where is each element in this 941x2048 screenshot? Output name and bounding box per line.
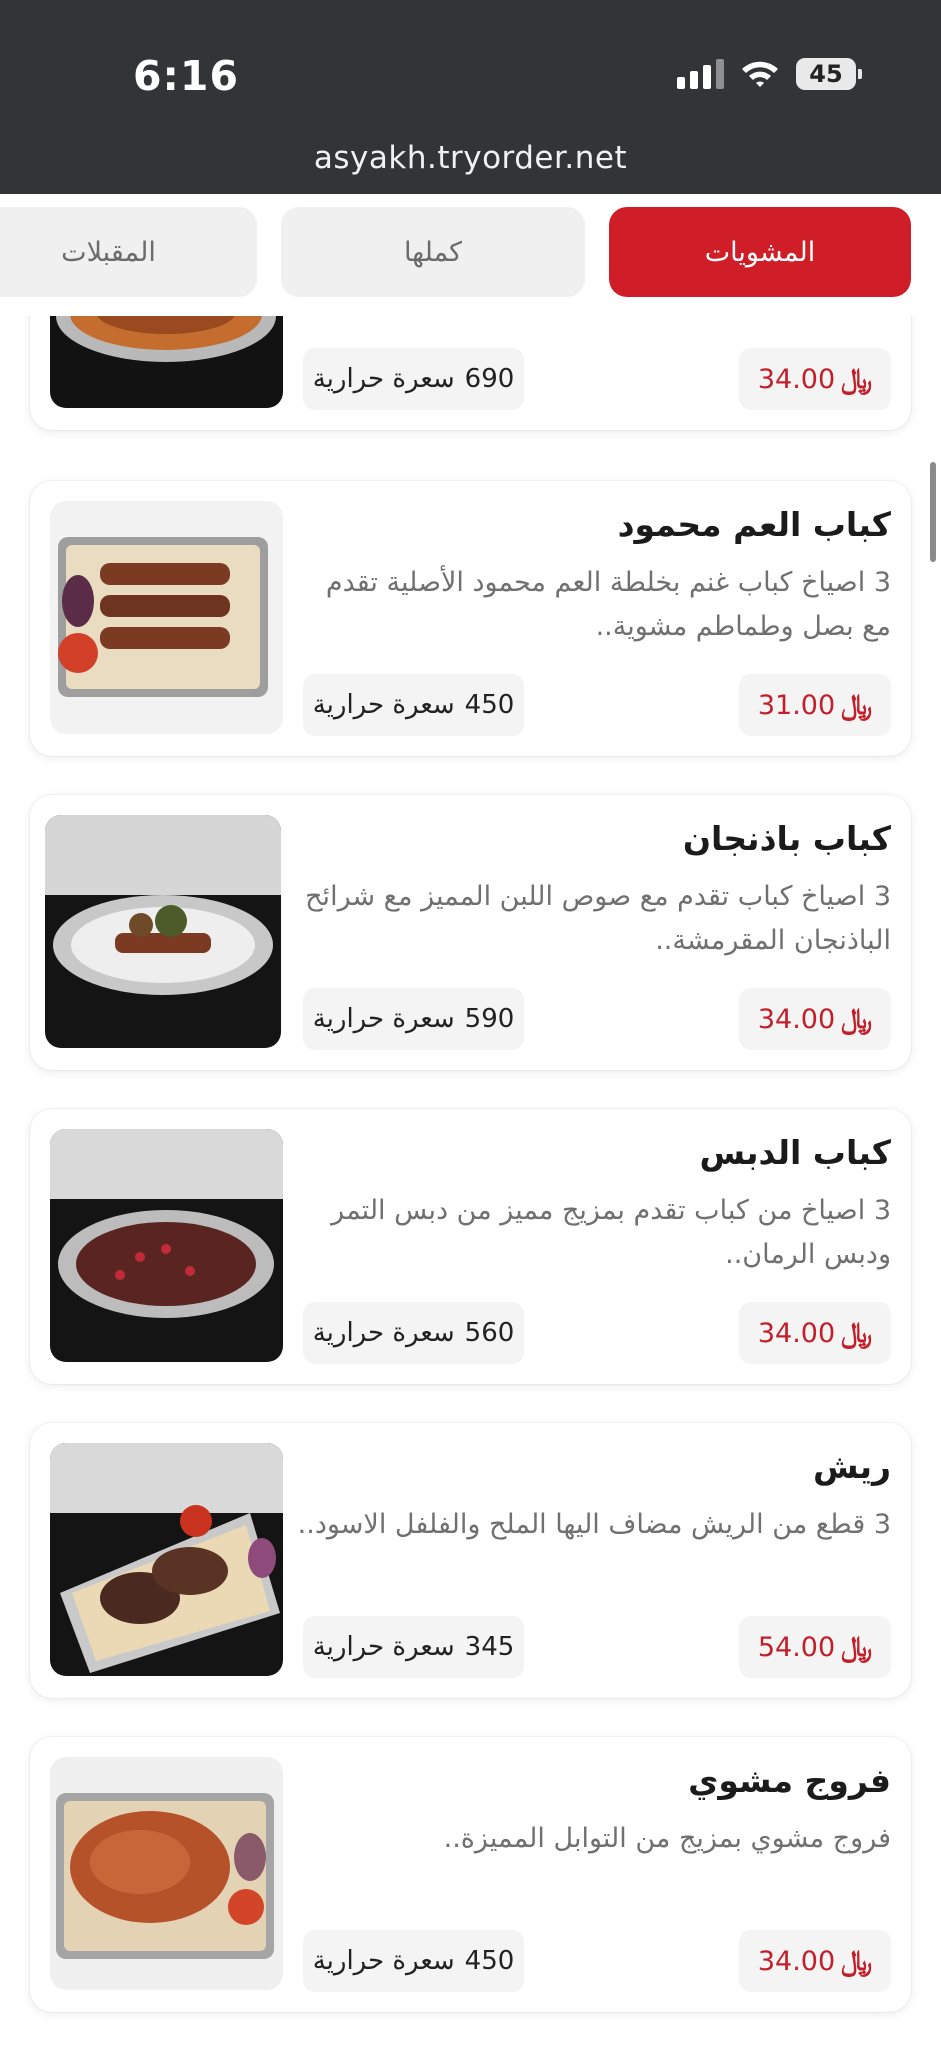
calories-tag: 690 سعرة حرارية — [303, 348, 524, 410]
price-tag: 34.00 ﷼ — [739, 988, 891, 1050]
menu-item-card[interactable]: كباب باذنجان 3 اصياخ كباب تقدم مع صوص ال… — [30, 795, 911, 1070]
riyal-icon: ﷼ — [841, 1630, 873, 1663]
menu-item-card[interactable]: 34.00 ﷼ 690 سعرة حرارية — [30, 316, 911, 430]
price-tag: 34.00 ﷼ — [739, 1930, 891, 1992]
price-tag: 34.00 ﷼ — [739, 348, 891, 410]
kebab-tray-image — [50, 316, 283, 408]
item-description: 3 اصياخ كباب غنم بخلطة العم محمود الأصلي… — [325, 567, 891, 642]
calories-value: 450 — [464, 690, 515, 720]
url-bar[interactable]: asyakh.tryorder.net — [0, 140, 941, 176]
menu-item-card[interactable]: كباب العم محمود 3 اصياخ كباب غنم بخلطة ا… — [30, 481, 911, 756]
price-value: 54.00 — [757, 1631, 836, 1663]
dibs-kebab-image — [50, 1129, 283, 1362]
calories-label: سعرة حرارية — [312, 364, 455, 394]
price-value: 34.00 — [757, 363, 836, 395]
riyal-icon: ﷼ — [841, 362, 873, 395]
price-value: 34.00 — [757, 1945, 836, 1977]
price-value: 34.00 — [757, 1317, 836, 1349]
menu-list: 34.00 ﷼ 690 سعرة حرارية كباب العم محمود … — [0, 316, 941, 2048]
riyal-icon: ﷼ — [841, 1944, 873, 1977]
price-value: 34.00 — [757, 1003, 836, 1035]
calories-label: سعرة حرارية — [312, 690, 455, 720]
cellular-signal-icon — [677, 59, 724, 89]
menu-item-card[interactable]: كباب الدبس 3 اصياخ من كباب تقدم بمزيج مم… — [30, 1109, 911, 1384]
kebab-tray-image — [50, 501, 283, 734]
item-description: 3 اصياخ من كباب تقدم بمزيج مميز من دبس ا… — [331, 1195, 891, 1270]
scrollbar[interactable] — [930, 462, 936, 562]
grilled-chicken-image — [50, 1757, 283, 1990]
tab-grills[interactable]: المشويات — [609, 207, 911, 297]
calories-value: 450 — [464, 1946, 515, 1976]
calories-value: 345 — [464, 1632, 515, 1662]
price-tag: 54.00 ﷼ — [739, 1616, 891, 1678]
calories-tag: 590 سعرة حرارية — [303, 988, 524, 1050]
wifi-icon — [740, 59, 780, 89]
lamb-chops-image — [50, 1443, 283, 1676]
item-description: فروج مشوي بمزيج من التوابل المميزة.. — [443, 1823, 891, 1854]
menu-item-card[interactable]: فروج مشوي فروج مشوي بمزيج من التوابل الم… — [30, 1737, 911, 2012]
calories-tag: 450 سعرة حرارية — [303, 674, 524, 736]
price-tag: 34.00 ﷼ — [739, 1302, 891, 1364]
item-title: فروج مشوي — [688, 1761, 891, 1800]
price-tag: 31.00 ﷼ — [739, 674, 891, 736]
calories-value: 590 — [464, 1004, 515, 1034]
calories-label: سعرة حرارية — [312, 1946, 455, 1976]
riyal-icon: ﷼ — [841, 688, 873, 721]
battery-icon: 45 — [796, 58, 862, 90]
calories-label: سعرة حرارية — [312, 1004, 455, 1034]
calories-tag: 345 سعرة حرارية — [303, 1616, 524, 1678]
item-title: كباب الدبس — [699, 1133, 891, 1172]
calories-value: 690 — [464, 364, 515, 394]
browser-top-bar: 6:16 45 asyakh.tryorder.net — [0, 0, 941, 194]
status-icons: 45 — [677, 58, 862, 90]
calories-label: سعرة حرارية — [312, 1632, 455, 1662]
eggplant-kebab-image — [45, 815, 281, 1048]
tab-appetizers[interactable]: المقبلات — [0, 207, 257, 297]
calories-tag: 450 سعرة حرارية — [303, 1930, 524, 1992]
item-description: 3 قطع من الريش مضاف اليها الملح والفلفل … — [297, 1509, 891, 1540]
calories-tag: 560 سعرة حرارية — [303, 1302, 524, 1364]
riyal-icon: ﷼ — [841, 1002, 873, 1035]
item-title: ريش — [812, 1447, 891, 1486]
riyal-icon: ﷼ — [841, 1316, 873, 1349]
price-value: 31.00 — [757, 689, 836, 721]
item-description: 3 اصياخ كباب تقدم مع صوص اللبن المميز مع… — [305, 881, 891, 956]
item-title: كباب باذنجان — [682, 819, 891, 858]
calories-value: 560 — [464, 1318, 515, 1348]
calories-label: سعرة حرارية — [312, 1318, 455, 1348]
menu-item-card[interactable]: ريش 3 قطع من الريش مضاف اليها الملح والف… — [30, 1423, 911, 1698]
status-time: 6:16 — [133, 52, 239, 100]
category-tabs: المشويات كملها المقبلات — [0, 194, 941, 316]
item-title: كباب العم محمود — [617, 505, 891, 544]
tab-kamelha[interactable]: كملها — [281, 207, 585, 297]
